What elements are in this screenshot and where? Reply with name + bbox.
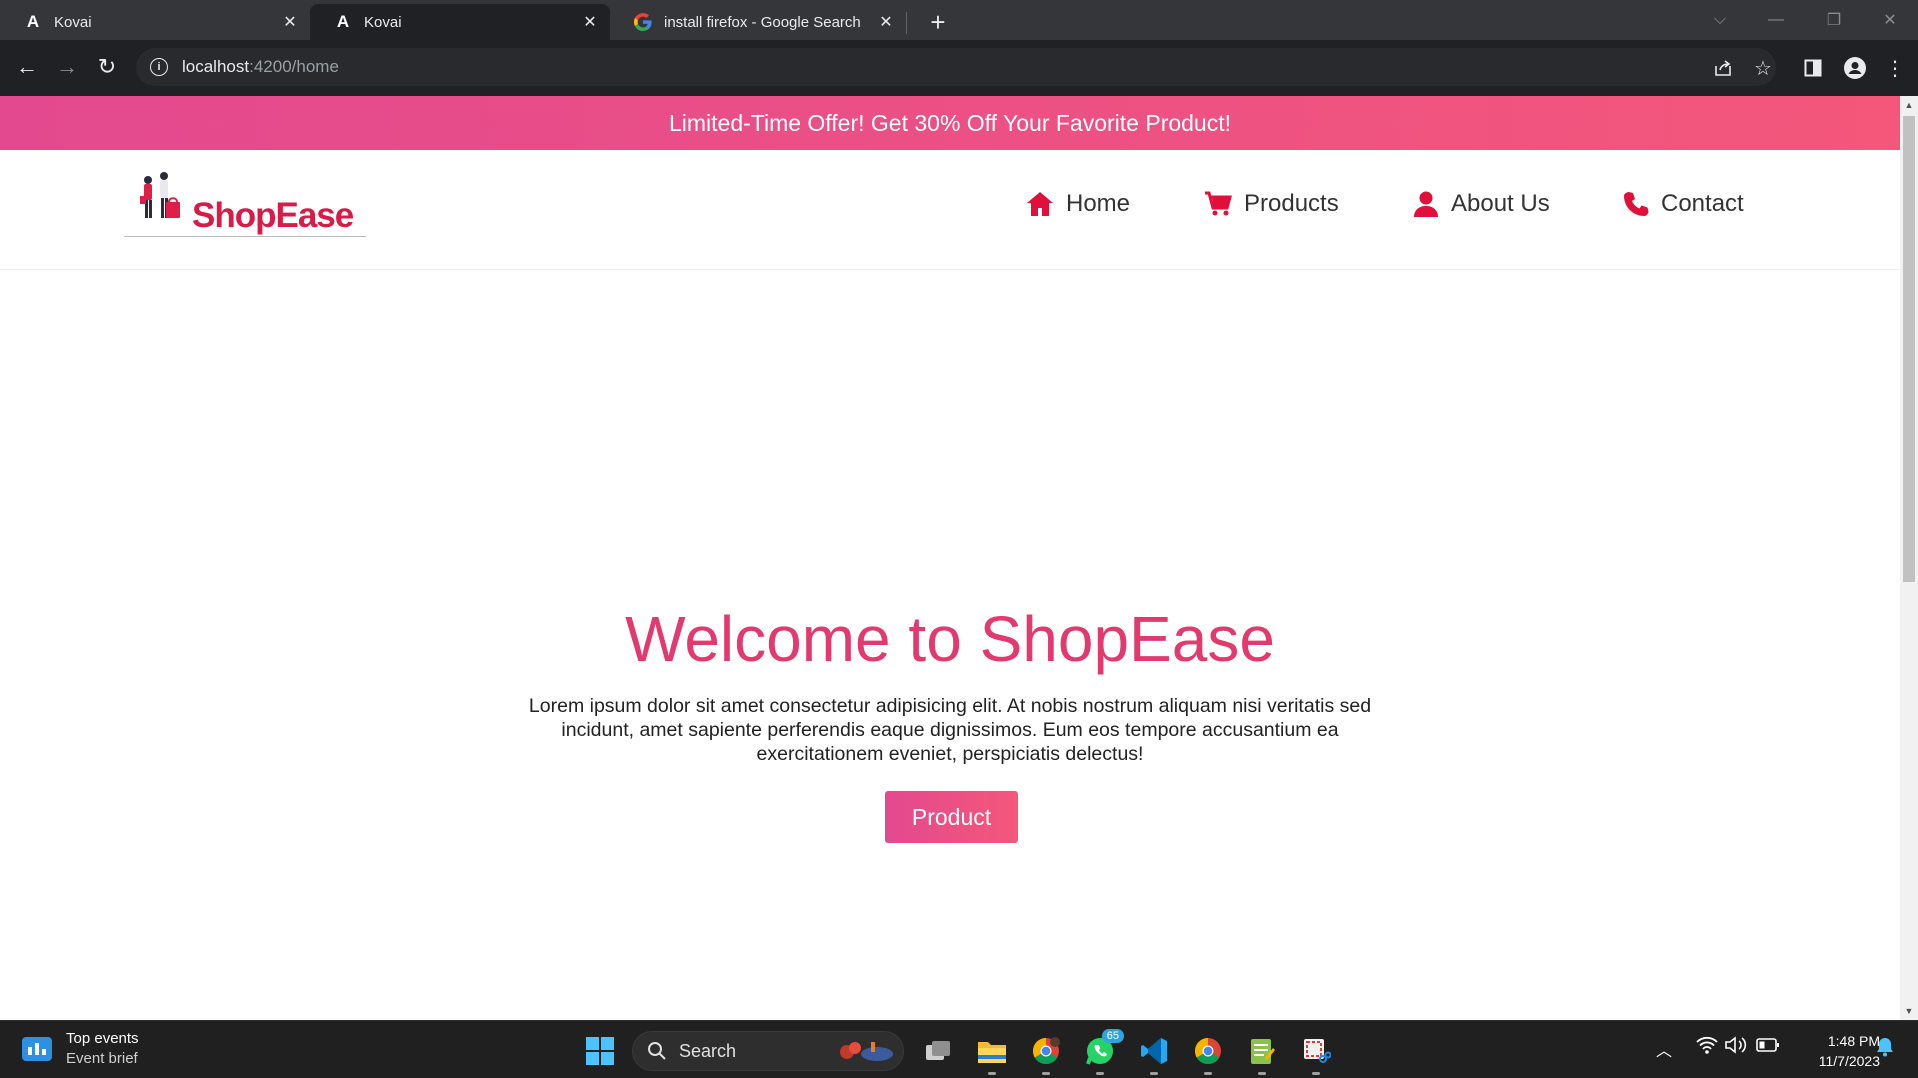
tab-separator bbox=[906, 12, 907, 34]
chrome-profile-icon[interactable] bbox=[1026, 1031, 1066, 1075]
windows-start-icon[interactable] bbox=[580, 1031, 620, 1071]
address-bar[interactable]: i localhost:4200/home bbox=[136, 48, 1776, 86]
nav-contact[interactable]: Contact bbox=[1623, 190, 1744, 218]
browser-tab[interactable]: install firefox - Google Search ✕ bbox=[610, 4, 906, 40]
running-indicator bbox=[1150, 1072, 1158, 1075]
close-tab-icon[interactable]: ✕ bbox=[876, 12, 896, 32]
site-header: ShopEase Home Products About Us Contact bbox=[0, 150, 1900, 270]
page-viewport: Limited-Time Offer! Get 30% Off Your Fav… bbox=[0, 96, 1900, 1020]
back-arrow-icon[interactable]: ← bbox=[10, 50, 44, 84]
hero-section: Welcome to ShopEase Lorem ipsum dolor si… bbox=[0, 270, 1900, 1020]
scrollbar-thumb[interactable] bbox=[1903, 116, 1915, 582]
battery-icon[interactable] bbox=[1756, 1036, 1780, 1059]
running-indicator bbox=[988, 1072, 996, 1075]
promo-banner: Limited-Time Offer! Get 30% Off Your Fav… bbox=[0, 96, 1900, 150]
shoppers-illustration-icon bbox=[140, 172, 180, 218]
close-tab-icon[interactable]: ✕ bbox=[580, 12, 600, 32]
volume-icon[interactable] bbox=[1724, 1035, 1748, 1060]
tab-search-icon[interactable]: ⌵ bbox=[1692, 0, 1748, 40]
notification-badge: 65 bbox=[1101, 1029, 1124, 1043]
system-clock[interactable]: 1:48 PM 11/7/2023 bbox=[1790, 1031, 1880, 1071]
angular-icon: A bbox=[336, 12, 350, 31]
restore-icon[interactable]: ❐ bbox=[1806, 0, 1862, 40]
user-icon bbox=[1414, 191, 1438, 217]
file-explorer-icon[interactable] bbox=[972, 1031, 1012, 1075]
wifi-icon[interactable] bbox=[1696, 1035, 1718, 1060]
running-indicator bbox=[1312, 1072, 1320, 1075]
cart-icon bbox=[1205, 191, 1232, 216]
chrome-icon[interactable] bbox=[1188, 1031, 1228, 1075]
running-indicator bbox=[1204, 1072, 1212, 1075]
close-window-icon[interactable]: ✕ bbox=[1862, 0, 1918, 40]
side-panel-icon[interactable] bbox=[1798, 53, 1828, 83]
angular-icon: A bbox=[26, 12, 40, 31]
profile-icon[interactable] bbox=[1840, 53, 1870, 83]
home-icon bbox=[1027, 192, 1053, 216]
google-icon bbox=[634, 13, 652, 31]
hero-title: Welcome to ShopEase bbox=[625, 603, 1275, 675]
windows-taskbar: Top events Event brief Search 65 ︿ 1:48 … bbox=[0, 1020, 1918, 1078]
logo-underline bbox=[124, 236, 366, 237]
browser-tab-bar: A Kovai ✕ A Kovai ✕ install firefox - Go… bbox=[0, 0, 1918, 40]
phone-icon bbox=[1624, 192, 1649, 216]
new-tab-button[interactable]: + bbox=[922, 6, 954, 38]
taskbar-search-box[interactable]: Search bbox=[632, 1031, 904, 1071]
reload-icon[interactable]: ↻ bbox=[90, 50, 124, 84]
search-icon bbox=[648, 1042, 666, 1060]
share-icon[interactable] bbox=[1708, 53, 1738, 83]
product-button[interactable]: Product bbox=[885, 791, 1018, 843]
site-info-icon[interactable]: i bbox=[150, 58, 168, 76]
notepad-icon[interactable] bbox=[1242, 1031, 1282, 1075]
forward-arrow-icon[interactable]: → bbox=[50, 50, 84, 84]
browser-toolbar: ← → ↻ i localhost:4200/home ☆ ⋮ bbox=[0, 40, 1918, 96]
close-tab-icon[interactable]: ✕ bbox=[280, 12, 300, 32]
running-indicator bbox=[1258, 1072, 1266, 1075]
whatsapp-icon[interactable]: 65 bbox=[1080, 1029, 1124, 1075]
search-highlight-icon bbox=[840, 1042, 893, 1061]
running-indicator bbox=[1042, 1072, 1050, 1075]
browser-tab[interactable]: A Kovai ✕ bbox=[0, 4, 310, 40]
task-view-icon[interactable] bbox=[918, 1031, 958, 1071]
browser-tab-active[interactable]: A Kovai ✕ bbox=[310, 4, 610, 40]
snipping-tool-icon[interactable] bbox=[1296, 1031, 1336, 1075]
nav-about-us[interactable]: About Us bbox=[1413, 190, 1550, 218]
nav-products[interactable]: Products bbox=[1204, 190, 1339, 218]
nav-home[interactable]: Home bbox=[1026, 190, 1130, 218]
notification-bell-icon[interactable] bbox=[1876, 1037, 1894, 1062]
menu-kebab-icon[interactable]: ⋮ bbox=[1880, 53, 1910, 83]
scroll-up-arrow-icon[interactable]: ▲ bbox=[1900, 96, 1918, 114]
vscode-icon[interactable] bbox=[1134, 1031, 1174, 1075]
minimize-icon[interactable]: — bbox=[1748, 0, 1804, 40]
show-hidden-icons-chevron-icon[interactable]: ︿ bbox=[1656, 1037, 1672, 1061]
widgets-icon bbox=[22, 1037, 52, 1061]
shopease-logo[interactable]: ShopEase bbox=[124, 172, 366, 238]
scroll-down-arrow-icon[interactable]: ▼ bbox=[1900, 1002, 1918, 1020]
page-scrollbar[interactable]: ▲ ▼ bbox=[1900, 96, 1918, 1020]
widgets-button[interactable]: Top events Event brief bbox=[22, 1029, 139, 1069]
bookmark-star-icon[interactable]: ☆ bbox=[1748, 53, 1778, 83]
running-indicator bbox=[1096, 1072, 1104, 1075]
hero-description: Lorem ipsum dolor sit amet consectetur a… bbox=[528, 695, 1372, 765]
